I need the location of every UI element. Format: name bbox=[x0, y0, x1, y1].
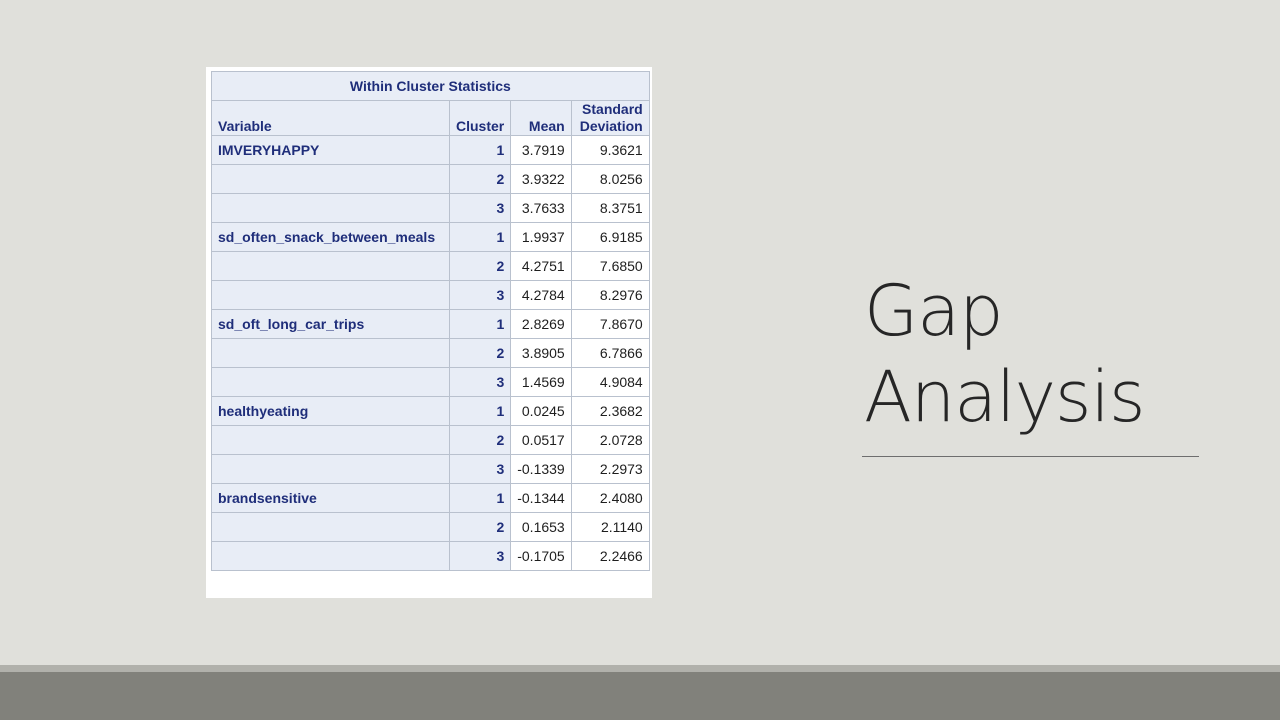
variable-cell bbox=[211, 454, 450, 484]
variable-cell bbox=[211, 280, 450, 310]
cluster-cell: 1 bbox=[448, 483, 512, 513]
cluster-cell: 3 bbox=[448, 280, 512, 310]
std-dev-cell: 8.3751 bbox=[570, 193, 650, 223]
table-row: 2 3.8905 6.7866 bbox=[211, 338, 650, 368]
variable-cell bbox=[211, 367, 450, 397]
variable-cell: healthyeating bbox=[211, 396, 450, 426]
variable-cell bbox=[211, 193, 450, 223]
std-dev-cell: 2.0728 bbox=[570, 425, 650, 455]
variable-cell: sd_oft_long_car_trips bbox=[211, 309, 450, 339]
cluster-cell: 1 bbox=[448, 135, 512, 165]
mean-cell: 3.9322 bbox=[510, 164, 572, 194]
std-dev-cell: 8.0256 bbox=[570, 164, 650, 194]
table-body: IMVERYHAPPY 1 3.7919 9.3621 2 3.9322 8.0256 3 3.… bbox=[211, 135, 650, 571]
std-dev-cell: 2.4080 bbox=[570, 483, 650, 513]
variable-cell bbox=[211, 541, 450, 571]
within-cluster-statistics-table: Within Cluster Statistics Variable Clust… bbox=[211, 71, 650, 571]
cluster-cell: 1 bbox=[448, 222, 512, 252]
footer-accent-strip bbox=[0, 665, 1280, 672]
table-row: sd_oft_long_car_trips 1 2.8269 7.8670 bbox=[211, 309, 650, 339]
cluster-cell: 2 bbox=[448, 251, 512, 281]
variable-cell bbox=[211, 164, 450, 194]
table-row: 2 4.2751 7.6850 bbox=[211, 251, 650, 281]
std-dev-cell: 2.3682 bbox=[570, 396, 650, 426]
cluster-cell: 3 bbox=[448, 454, 512, 484]
cluster-cell: 3 bbox=[448, 193, 512, 223]
variable-cell: IMVERYHAPPY bbox=[211, 135, 450, 165]
table-caption: Within Cluster Statistics bbox=[211, 71, 650, 101]
std-dev-cell: 4.9084 bbox=[570, 367, 650, 397]
mean-cell: 3.8905 bbox=[510, 338, 572, 368]
variable-cell: brandsensitive bbox=[211, 483, 450, 513]
std-dev-cell: 2.2466 bbox=[570, 541, 650, 571]
variable-cell bbox=[211, 512, 450, 542]
cluster-cell: 2 bbox=[448, 338, 512, 368]
variable-cell bbox=[211, 251, 450, 281]
mean-cell: 2.8269 bbox=[510, 309, 572, 339]
cluster-cell: 1 bbox=[448, 309, 512, 339]
std-dev-cell: 6.9185 bbox=[570, 222, 650, 252]
mean-cell: 4.2751 bbox=[510, 251, 572, 281]
table-row: IMVERYHAPPY 1 3.7919 9.3621 bbox=[211, 135, 650, 165]
mean-cell: 1.4569 bbox=[510, 367, 572, 397]
cluster-cell: 2 bbox=[448, 164, 512, 194]
table-row: 2 3.9322 8.0256 bbox=[211, 164, 650, 194]
cluster-cell: 2 bbox=[448, 512, 512, 542]
variable-cell: sd_often_snack_between_meals bbox=[211, 222, 450, 252]
table-row: 3 -0.1339 2.2973 bbox=[211, 454, 650, 484]
cluster-cell: 2 bbox=[448, 425, 512, 455]
mean-cell: 0.0517 bbox=[510, 425, 572, 455]
std-dev-cell: 7.6850 bbox=[570, 251, 650, 281]
mean-cell: 3.7633 bbox=[510, 193, 572, 223]
slide-title: Gap Analysis bbox=[864, 268, 1145, 440]
cluster-cell: 3 bbox=[448, 541, 512, 571]
mean-cell: -0.1705 bbox=[510, 541, 572, 571]
column-header-mean: Mean bbox=[510, 100, 572, 136]
variable-cell bbox=[211, 425, 450, 455]
table-row: sd_often_snack_between_meals 1 1.9937 6.918… bbox=[211, 222, 650, 252]
std-dev-cell: 7.8670 bbox=[570, 309, 650, 339]
slide-title-line1: Gap bbox=[864, 270, 1004, 352]
title-underline bbox=[862, 456, 1199, 457]
cluster-cell: 1 bbox=[448, 396, 512, 426]
mean-cell: 0.1653 bbox=[510, 512, 572, 542]
table-row: brandsensitive 1 -0.1344 2.4080 bbox=[211, 483, 650, 513]
table-row: 3 1.4569 4.9084 bbox=[211, 367, 650, 397]
mean-cell: -0.1344 bbox=[510, 483, 572, 513]
footer-band bbox=[0, 672, 1280, 720]
table-row: 3 4.2784 8.2976 bbox=[211, 280, 650, 310]
std-dev-cell: 2.2973 bbox=[570, 454, 650, 484]
std-dev-cell: 6.7866 bbox=[570, 338, 650, 368]
slide-title-line2: Analysis bbox=[864, 356, 1145, 438]
cluster-cell: 3 bbox=[448, 367, 512, 397]
table-row: 2 0.1653 2.1140 bbox=[211, 512, 650, 542]
mean-cell: 3.7919 bbox=[510, 135, 572, 165]
std-dev-cell: 2.1140 bbox=[570, 512, 650, 542]
mean-cell: 0.0245 bbox=[510, 396, 572, 426]
table-row: 3 3.7633 8.3751 bbox=[211, 193, 650, 223]
std-dev-cell: 8.2976 bbox=[570, 280, 650, 310]
mean-cell: 1.9937 bbox=[510, 222, 572, 252]
mean-cell: -0.1339 bbox=[510, 454, 572, 484]
std-dev-cell: 9.3621 bbox=[570, 135, 650, 165]
column-header-cluster: Cluster bbox=[448, 100, 512, 136]
variable-cell bbox=[211, 338, 450, 368]
table-row: healthyeating 1 0.0245 2.3682 bbox=[211, 396, 650, 426]
table-row: 3 -0.1705 2.2466 bbox=[211, 541, 650, 571]
cluster-statistics-image: Within Cluster Statistics Variable Clust… bbox=[206, 67, 652, 598]
mean-cell: 4.2784 bbox=[510, 280, 572, 310]
column-header-standard-deviation: Standard Deviation bbox=[570, 100, 650, 136]
table-row: 2 0.0517 2.0728 bbox=[211, 425, 650, 455]
column-header-variable: Variable bbox=[211, 100, 450, 136]
std-header-line2: Deviation bbox=[579, 118, 643, 134]
std-header-line1: Standard bbox=[582, 101, 643, 117]
